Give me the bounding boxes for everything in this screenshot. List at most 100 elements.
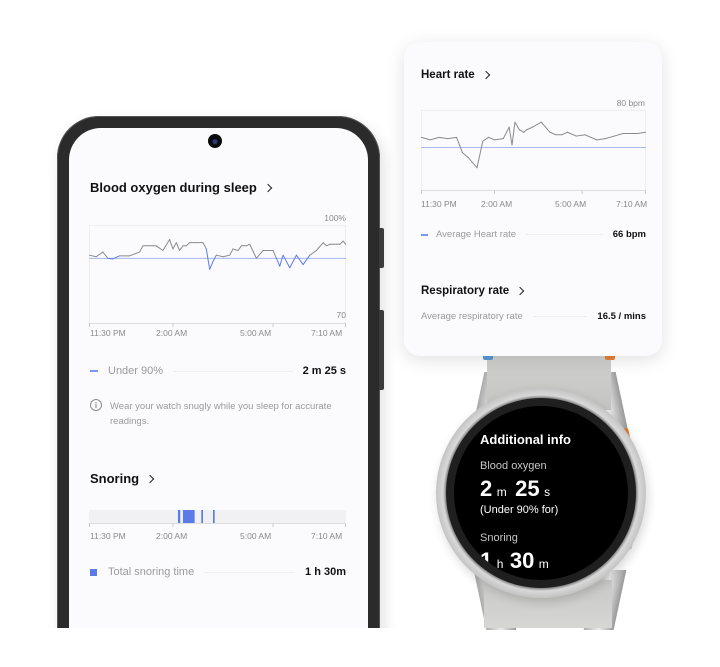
bottom-crop: [0, 628, 720, 667]
snore-x-tick: 2:00 AM: [156, 531, 188, 541]
hr-y-max-label: 80 bpm: [616, 98, 645, 108]
snoring-segment: [182, 510, 195, 523]
data-segment: [421, 136, 431, 141]
blood-oxygen-title: Blood oxygen during sleep: [90, 180, 257, 195]
snoring-segment: [212, 510, 215, 523]
spo2-x-tick: 5:00 AM: [240, 328, 272, 338]
phone-device: Blood oxygen during sleep 100% 70 11:30 …: [57, 116, 384, 656]
watch-snoring-hours-unit: h: [496, 557, 504, 571]
data-segment: [467, 157, 478, 169]
data-segment: [604, 135, 615, 140]
data-segment: [461, 152, 469, 159]
watch-bo-minutes-unit: m: [496, 485, 507, 499]
data-segment: [488, 136, 496, 141]
data-segment: [139, 245, 144, 253]
data-segment: [502, 126, 510, 140]
chevron-right-icon: [263, 183, 273, 192]
snoring-track: [89, 510, 346, 523]
data-segment: [289, 254, 297, 269]
spo2-y-min-label: 70: [336, 310, 346, 320]
avg-heart-rate-value: 66 bpm: [612, 229, 646, 240]
data-segment: [272, 250, 277, 259]
watch-blood-oxygen-value: 2 m 25 s: [480, 476, 550, 502]
snoring-total-row: Total snoring time 1 h 30m: [90, 566, 346, 578]
snoring-segment: [177, 510, 181, 523]
heart-rate-title-link[interactable]: Heart rate: [421, 69, 490, 81]
phone-power-button: [379, 310, 384, 390]
data-segment: [322, 242, 327, 247]
watch-blood-oxygen-label: Blood oxygen: [480, 460, 547, 472]
respiratory-title-link[interactable]: Respiratory rate: [421, 285, 525, 297]
watch-snoring-minutes: 30: [509, 548, 535, 573]
data-segment: [237, 245, 242, 251]
info-icon: i: [90, 399, 102, 411]
data-segment: [249, 243, 257, 259]
data-segment: [325, 243, 331, 247]
snoring-total-value: 1 h 30m: [305, 566, 346, 578]
chart-frame: [89, 225, 346, 324]
chevron-right-icon: [145, 474, 155, 483]
data-segment: [494, 138, 504, 141]
snoring-chart: [89, 510, 346, 527]
data-segment: [162, 239, 171, 251]
watch-snoring-value: 1 h 30 m: [480, 548, 549, 574]
info-note: i Wear your watch snugly while you sleep…: [90, 399, 346, 429]
data-segment: [561, 131, 569, 136]
data-segment: [339, 240, 344, 245]
avg-heart-rate-row: Average Heart rate 66 bpm: [421, 229, 646, 240]
data-segment: [229, 248, 234, 256]
data-segment: [172, 242, 177, 250]
blood-oxygen-chart: [89, 225, 346, 327]
row-divider: [204, 571, 296, 573]
heart-rate-popup-card: Heart rate 80 bpm 11:30 PM 2:00 AM 5:00 …: [404, 42, 662, 356]
data-segment: [295, 254, 304, 266]
data-segment: [215, 254, 224, 258]
data-segment: [179, 245, 184, 251]
data-segment: [613, 133, 624, 137]
legend-dash-icon: [421, 233, 428, 236]
data-segment: [107, 257, 114, 260]
snoring-title-link[interactable]: Snoring: [90, 471, 155, 486]
phone-volume-button: [379, 228, 384, 268]
data-segment: [155, 245, 164, 251]
snore-x-tick: 11:30 PM: [90, 531, 126, 541]
data-segment: [549, 131, 557, 136]
data-segment: [202, 242, 207, 250]
data-segment: [567, 131, 577, 137]
avg-respiratory-label: Average respiratory rate: [421, 311, 523, 322]
snore-x-tick: 5:00 AM: [240, 531, 272, 541]
data-segment: [575, 134, 586, 137]
blood-oxygen-title-link[interactable]: Blood oxygen during sleep: [90, 180, 273, 195]
data-segment: [275, 257, 281, 267]
data-segment: [95, 251, 104, 258]
chevron-right-icon: [481, 70, 490, 80]
data-segment: [209, 260, 214, 270]
data-segment: [596, 138, 606, 141]
data-segment: [255, 250, 264, 259]
watch-bo-minutes: 2: [480, 476, 493, 501]
front-camera-icon: [208, 134, 222, 148]
data-segment: [315, 242, 324, 251]
data-segment: [518, 129, 525, 133]
data-segment: [456, 136, 463, 154]
data-segment: [429, 136, 440, 141]
data-segment: [169, 239, 174, 250]
legend-square-icon: [90, 568, 97, 576]
data-segment: [531, 121, 542, 128]
data-segment: [222, 254, 231, 258]
data-segment: [282, 254, 291, 269]
avg-heart-rate-label: Average Heart rate: [436, 229, 517, 240]
heart-rate-chart: [421, 110, 646, 194]
data-segment: [637, 131, 646, 135]
data-segment: [232, 248, 239, 251]
data-segment: [302, 254, 311, 266]
row-divider: [532, 316, 588, 317]
data-segment: [514, 121, 520, 131]
data-segment: [482, 136, 490, 142]
legend-dash-icon: [90, 370, 98, 372]
data-segment: [279, 254, 284, 267]
watch-bo-seconds: 25: [515, 476, 540, 501]
data-segment: [523, 129, 528, 133]
heart-rate-title: Heart rate: [421, 69, 475, 81]
data-segment: [245, 243, 251, 247]
